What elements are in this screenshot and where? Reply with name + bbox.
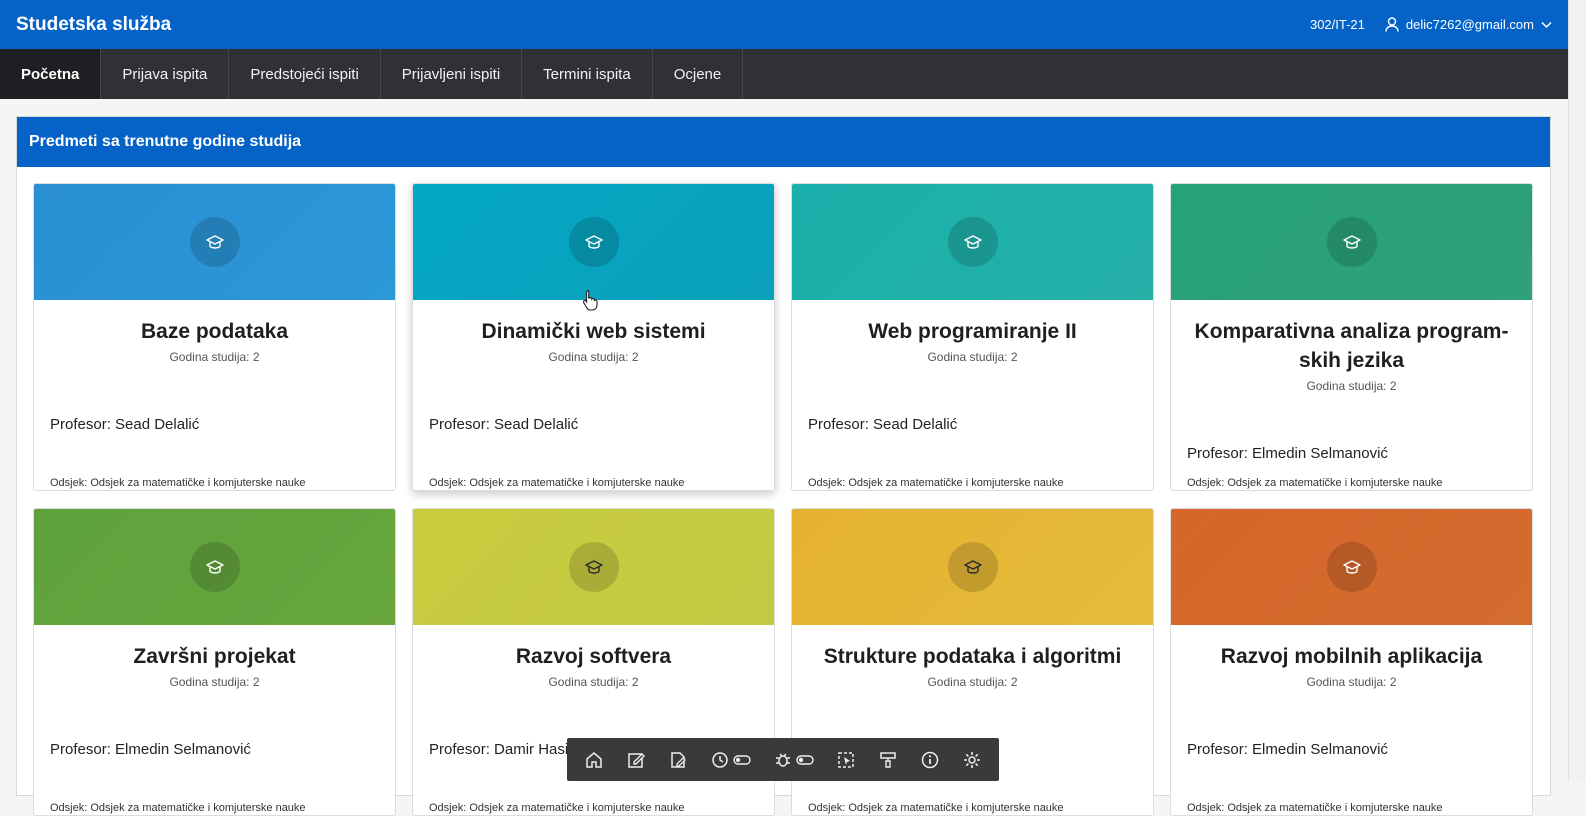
course-card[interactable]: Baze podataka Godina studija: 2 Profesor: …: [33, 183, 396, 491]
user-icon: [1385, 17, 1399, 32]
graduation-cap-icon: [189, 542, 240, 592]
session-toggle-icon[interactable]: [710, 750, 751, 770]
graduation-cap-icon: [568, 542, 619, 592]
card-banner: [34, 184, 395, 300]
top-header: Studetska služba 302/IT-21 delic7262@gma…: [0, 0, 1568, 49]
card-banner: [792, 509, 1153, 625]
course-title[interactable]: Web programiranje II: [814, 317, 1131, 346]
main-nav: Početna Prijava ispita Predstojeći ispit…: [0, 49, 1568, 99]
nav-item-predstojeci-ispiti[interactable]: Predstojeći ispiti: [229, 49, 381, 99]
quick-edit-icon[interactable]: [836, 750, 856, 770]
course-title[interactable]: Razvoj mobilnih aplikacija: [1193, 642, 1510, 671]
card-body: Razvoj softvera Godina studija: 2 Profesor…: [413, 642, 774, 815]
course-department: Odsjek: Odsjek za matematičke i komjuter…: [429, 802, 685, 814]
user-menu[interactable]: delic7262@gmail.com: [1385, 17, 1552, 32]
course-card[interactable]: Komparativna analiza program-skih jezika…: [1170, 183, 1533, 491]
course-professor: Profesor: Damir Hasić: [429, 741, 576, 758]
graduation-cap-icon: [1326, 542, 1377, 592]
course-department: Odsjek: Odsjek za matematičke i komjuter…: [808, 477, 1064, 489]
course-department: Odsjek: Odsjek za matematičke i komjuter…: [50, 477, 306, 489]
graduation-cap-icon: [947, 217, 998, 267]
course-department: Odsjek: Odsjek za matematičke i komjuter…: [429, 477, 685, 489]
card-body: Razvoj mobilnih aplikacija Godina studija…: [1171, 642, 1532, 815]
course-professor: Profesor: Sead Delalić: [429, 416, 579, 433]
nav-item-prijava-ispita[interactable]: Prijava ispita: [101, 49, 230, 99]
page-scrollbar[interactable]: [1568, 0, 1586, 781]
card-body: Završni projekat Godina studija: 2 Profeso…: [34, 642, 395, 815]
card-banner: [413, 184, 774, 300]
graduation-cap-icon: [947, 542, 998, 592]
course-year: Godina studija: 2: [927, 350, 1018, 364]
nav-item-ocjene[interactable]: Ocjene: [653, 49, 744, 99]
course-card[interactable]: Dinamički web sistemi Godina studija: 2 Pr…: [412, 183, 775, 491]
course-professor: Profesor: Sead Delalić: [808, 416, 958, 433]
info-icon[interactable]: [920, 750, 940, 770]
graduation-cap-icon: [1326, 217, 1377, 267]
course-professor: Profesor: Elmedin Selmanović: [1187, 445, 1388, 462]
course-professor: Profesor: Elmedin Selmanović: [50, 741, 251, 758]
nav-item-pocetna[interactable]: Početna: [0, 49, 102, 99]
course-year: Godina studija: 2: [548, 675, 639, 689]
course-year: Godina studija: 2: [169, 675, 260, 689]
graduation-cap-icon: [568, 217, 619, 267]
developer-toolbar: [567, 738, 999, 781]
region-title: Predmeti sa trenutne godine studija: [17, 117, 1550, 167]
graduation-cap-icon: [189, 217, 240, 267]
course-title[interactable]: Razvoj softvera: [435, 642, 752, 671]
course-professor: Profesor: Elmedin Selmanović: [1187, 741, 1388, 758]
course-title[interactable]: Baze podataka: [56, 317, 373, 346]
card-banner: [1171, 509, 1532, 625]
course-card[interactable]: Završni projekat Godina studija: 2 Profeso…: [33, 508, 396, 816]
group-label: 302/IT-21: [1309, 17, 1365, 32]
theme-roller-icon[interactable]: [878, 750, 898, 770]
card-body: Dinamički web sistemi Godina studija: 2 Pr…: [413, 317, 774, 490]
home-icon[interactable]: [584, 750, 604, 770]
course-title[interactable]: Završni projekat: [56, 642, 373, 671]
course-year: Godina studija: 2: [1306, 379, 1397, 393]
course-year: Godina studija: 2: [169, 350, 260, 364]
debug-toggle-icon[interactable]: [773, 750, 814, 770]
course-title[interactable]: Strukture podataka i algoritmi: [814, 642, 1131, 671]
edit-page-icon[interactable]: [626, 750, 646, 770]
course-professor: Profesor: Sead Delalić: [50, 416, 200, 433]
course-department: Odsjek: Odsjek za matematičke i komjuter…: [808, 802, 1064, 814]
course-department: Odsjek: Odsjek za matematičke i komjuter…: [1187, 477, 1443, 489]
nav-item-prijavljeni-ispiti[interactable]: Prijavljeni ispiti: [381, 49, 523, 99]
card-banner: [1171, 184, 1532, 300]
course-card[interactable]: Razvoj mobilnih aplikacija Godina studija…: [1170, 508, 1533, 816]
app-title[interactable]: Studetska služba: [16, 14, 171, 36]
course-department: Odsjek: Odsjek za matematičke i komjuter…: [1187, 802, 1443, 814]
subjects-region: Predmeti sa trenutne godine studija Baze…: [16, 116, 1551, 816]
edit-doc-icon[interactable]: [668, 750, 688, 770]
card-body: Komparativna analiza program-skih jezika…: [1171, 317, 1532, 490]
course-department: Odsjek: Odsjek za matematičke i komjuter…: [50, 802, 306, 814]
card-banner: [413, 509, 774, 625]
card-banner: [34, 509, 395, 625]
card-body: Web programiranje II Godina studija: 2 Pro…: [792, 317, 1153, 490]
course-year: Godina studija: 2: [1306, 675, 1397, 689]
settings-icon[interactable]: [962, 750, 982, 770]
course-year: Godina studija: 2: [927, 675, 1018, 689]
chevron-down-icon: [1541, 21, 1552, 29]
course-title[interactable]: Dinamički web sistemi: [435, 317, 752, 346]
card-banner: [792, 184, 1153, 300]
card-body: Baze podataka Godina studija: 2 Profesor: …: [34, 317, 395, 490]
user-email: delic7262@gmail.com: [1405, 17, 1534, 32]
course-title[interactable]: Komparativna analiza program-skih jezika: [1193, 317, 1510, 375]
mouse-cursor-icon: [582, 289, 598, 311]
nav-item-termini-ispita[interactable]: Termini ispita: [522, 49, 653, 99]
card-body: Strukture podataka i algoritmi Godina stu…: [792, 642, 1153, 815]
course-year: Godina studija: 2: [548, 350, 639, 364]
course-card[interactable]: Web programiranje II Godina studija: 2 Pro…: [791, 183, 1154, 491]
